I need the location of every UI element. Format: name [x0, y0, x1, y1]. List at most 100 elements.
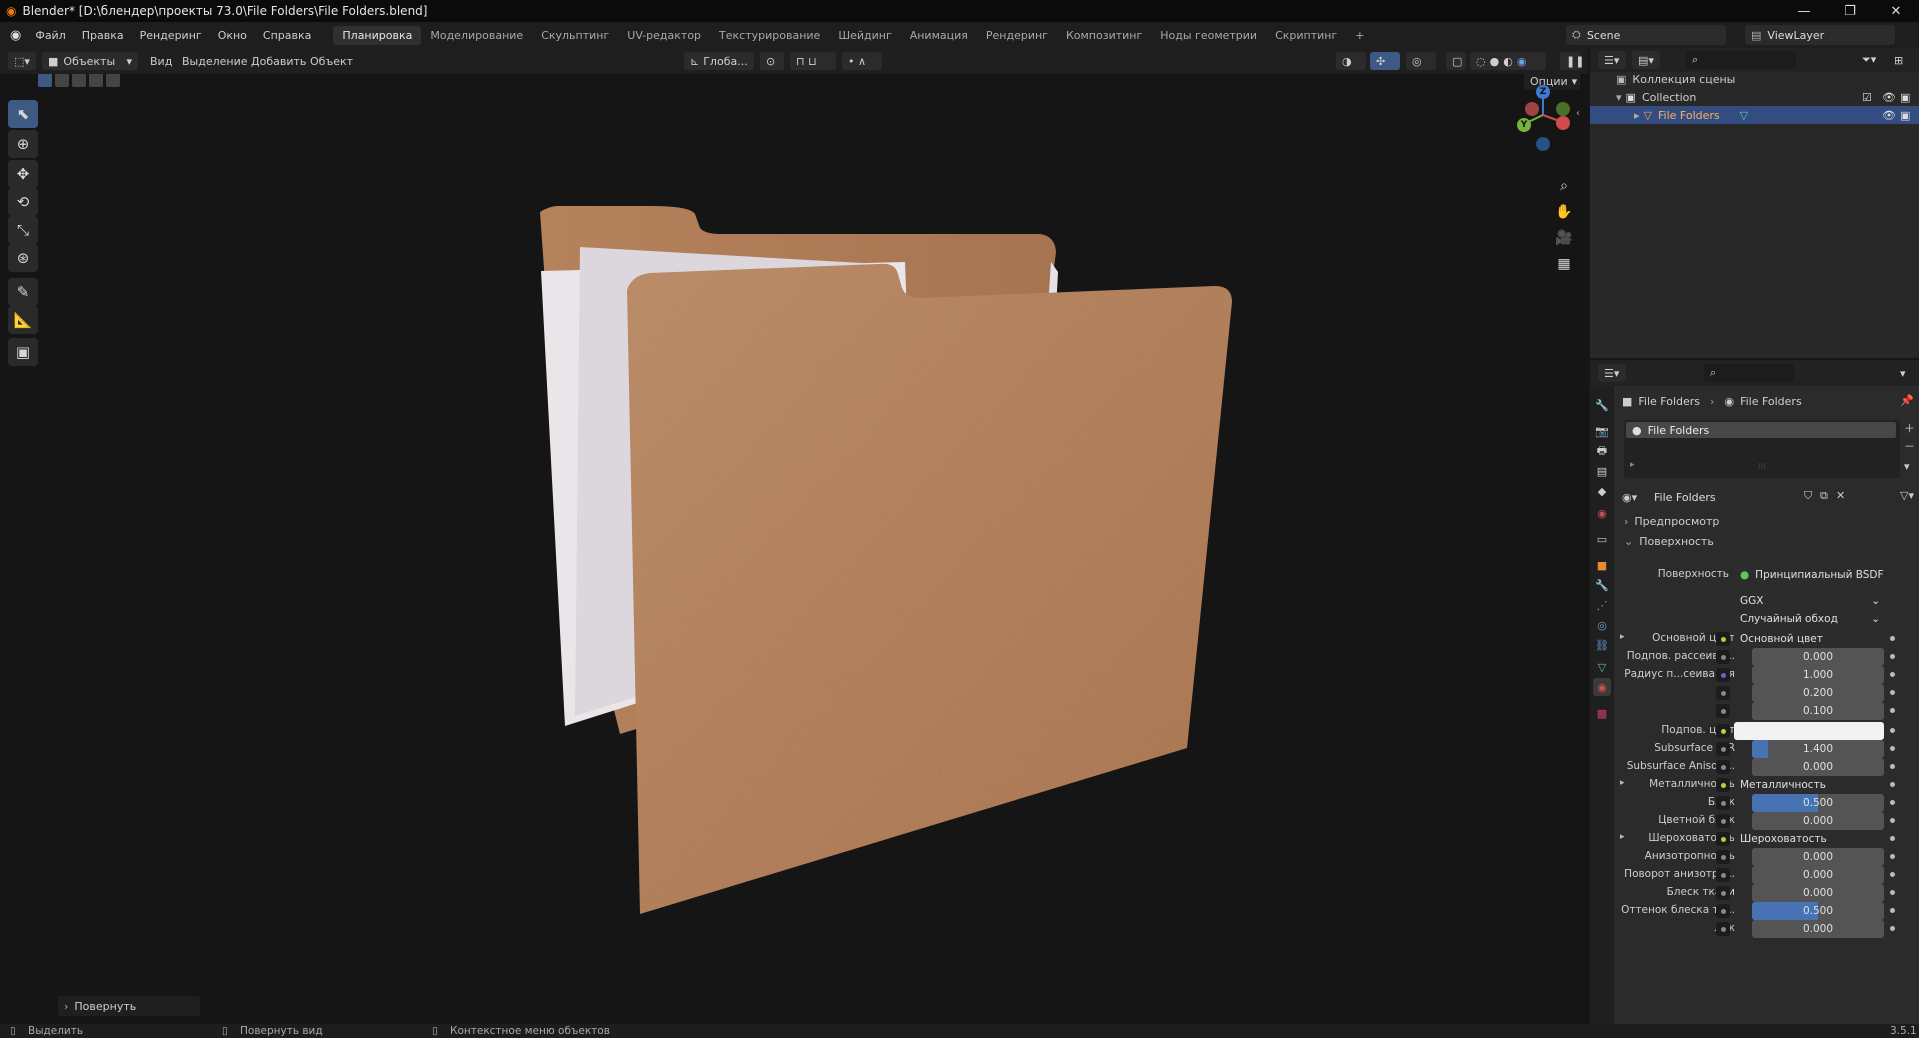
- keyframe-dot-icon[interactable]: [1890, 908, 1895, 913]
- render-camera-icon[interactable]: ▣: [1900, 109, 1910, 122]
- socket-link-icon[interactable]: [1716, 650, 1730, 664]
- menu-help[interactable]: Справка: [255, 29, 319, 42]
- editor-type-button[interactable]: ⬚▾: [8, 52, 36, 70]
- camera-icon[interactable]: 🎥: [1552, 226, 1576, 250]
- socket-link-icon[interactable]: [1716, 686, 1730, 700]
- view-layer-tab-icon[interactable]: ▤: [1593, 462, 1611, 480]
- navigation-gizmo[interactable]: Z Y: [1508, 82, 1578, 152]
- expand-arrow-icon[interactable]: ▸: [1620, 778, 1625, 788]
- surface-shader-field[interactable]: ● Принципиальный BSDF: [1734, 566, 1884, 584]
- properties-search-input[interactable]: ⌕: [1704, 364, 1794, 382]
- preview-panel-header[interactable]: › Предпросмотр: [1618, 512, 1915, 530]
- 3d-viewport[interactable]: Опции ▾ ⬉ ⊕ ✥ ⟲ ⤡ ⊛ ✎ 📐 ▣ Z Y ⌕ ✋ 🎥 ▦ ‹ …: [0, 74, 1588, 1024]
- menu-add[interactable]: Добавить: [251, 52, 306, 70]
- outliner-collection[interactable]: ▾ ▣ Collection ☑ 👁 ▣: [1590, 88, 1919, 106]
- gizmo-neg-z-axis[interactable]: [1536, 137, 1550, 151]
- menu-render[interactable]: Рендеринг: [132, 29, 210, 42]
- proportional-edit-button[interactable]: • ∧: [842, 52, 882, 70]
- outliner-editor-type[interactable]: ☰▾: [1598, 51, 1626, 69]
- material-browse-icon[interactable]: ◉▾: [1622, 491, 1637, 504]
- object-tab-icon[interactable]: ■: [1593, 556, 1611, 574]
- outliner-scene-collection[interactable]: ▣ Коллекция сцены: [1590, 70, 1919, 88]
- expand-arrow-icon[interactable]: ▾: [1616, 91, 1622, 104]
- subsurface-method-dropdown[interactable]: Случайный обход ⌄: [1734, 610, 1884, 628]
- keyframe-dot-icon[interactable]: [1890, 854, 1895, 859]
- keyframe-dot-icon[interactable]: [1890, 636, 1895, 641]
- menu-object[interactable]: Объект: [310, 52, 353, 70]
- particles-tab-icon[interactable]: ⋰: [1593, 596, 1611, 614]
- tab-scripting[interactable]: Скриптинг: [1266, 26, 1346, 45]
- socket-link-icon[interactable]: [1716, 724, 1730, 738]
- keyframe-dot-icon[interactable]: [1890, 728, 1895, 733]
- keyframe-dot-icon[interactable]: [1890, 782, 1895, 787]
- tab-modeling[interactable]: Моделирование: [421, 26, 532, 45]
- modifier-tab-icon[interactable]: 🔧: [1593, 576, 1611, 594]
- socket-link-icon[interactable]: [1716, 796, 1730, 810]
- properties-editor-type[interactable]: ☰▾: [1598, 364, 1626, 382]
- collection-tab-icon[interactable]: ▭: [1593, 530, 1611, 548]
- bsdf-number-field[interactable]: 0.000: [1752, 648, 1884, 666]
- keyframe-dot-icon[interactable]: [1890, 690, 1895, 695]
- tab-rendering[interactable]: Рендеринг: [977, 26, 1057, 45]
- socket-link-icon[interactable]: [1716, 704, 1730, 718]
- expand-arrow-icon[interactable]: ▸: [1620, 632, 1625, 642]
- new-collection-icon[interactable]: ⊞: [1894, 51, 1903, 69]
- duplicate-material-icon[interactable]: ⧉: [1820, 489, 1828, 503]
- bsdf-number-field[interactable]: 0.500: [1752, 902, 1884, 920]
- socket-link-icon[interactable]: [1716, 886, 1730, 900]
- solid-shading-icon[interactable]: ●: [1490, 55, 1500, 68]
- remove-slot-icon[interactable]: －: [1904, 438, 1915, 454]
- eye-icon[interactable]: 👁: [1882, 91, 1896, 104]
- menu-file[interactable]: Файл: [27, 29, 73, 42]
- bsdf-number-field[interactable]: 0.100: [1752, 702, 1884, 720]
- grid-perspective-icon[interactable]: ▦: [1552, 252, 1576, 276]
- bsdf-linked-input[interactable]: Шероховатость: [1734, 830, 1884, 848]
- keyframe-dot-icon[interactable]: [1890, 746, 1895, 751]
- tab-shading[interactable]: Шейдинг: [829, 26, 900, 45]
- blender-menu-icon[interactable]: ◉: [10, 28, 21, 43]
- gizmo-z-axis[interactable]: Z: [1536, 85, 1550, 99]
- socket-link-icon[interactable]: [1716, 632, 1730, 646]
- bsdf-number-field[interactable]: 0.500: [1752, 794, 1884, 812]
- tool-tab-icon[interactable]: 🔧: [1593, 396, 1611, 414]
- keyframe-dot-icon[interactable]: [1890, 872, 1895, 877]
- subsurface-color-swatch[interactable]: [1734, 722, 1884, 740]
- bsdf-linked-input[interactable]: Металличность: [1734, 776, 1884, 794]
- material-name-field[interactable]: File Folders: [1648, 488, 1798, 506]
- material-slot-row[interactable]: ● File Folders: [1626, 422, 1896, 438]
- scene-selector[interactable]: ⛭ Scene: [1566, 25, 1726, 45]
- pivot-point-button[interactable]: ⊙: [760, 52, 784, 70]
- bsdf-number-field[interactable]: 0.000: [1752, 812, 1884, 830]
- world-tab-icon[interactable]: ◉: [1593, 504, 1611, 522]
- keyframe-dot-icon[interactable]: [1890, 764, 1895, 769]
- texture-tab-icon[interactable]: ▩: [1593, 704, 1611, 722]
- tab-geometry-nodes[interactable]: Ноды геометрии: [1151, 26, 1266, 45]
- rendered-shading-icon[interactable]: ◉: [1517, 55, 1527, 68]
- keyframe-dot-icon[interactable]: [1890, 654, 1895, 659]
- tab-sculpting[interactable]: Скульптинг: [532, 26, 618, 45]
- tab-texture-paint[interactable]: Текстурирование: [710, 26, 829, 45]
- socket-link-icon[interactable]: [1716, 760, 1730, 774]
- exclude-checkbox-icon[interactable]: ☑: [1862, 91, 1872, 104]
- tab-layout[interactable]: Планировка: [333, 25, 422, 45]
- snap-button[interactable]: ⊓ ⊔: [790, 52, 836, 70]
- surface-panel-header[interactable]: ⌄ Поверхность: [1618, 532, 1915, 550]
- bsdf-linked-input[interactable]: Основной цвет: [1734, 630, 1884, 648]
- keyframe-dot-icon[interactable]: [1890, 708, 1895, 713]
- bsdf-number-field[interactable]: 1.400: [1752, 740, 1884, 758]
- gizmo-neg-x-axis[interactable]: [1525, 102, 1539, 116]
- output-tab-icon[interactable]: 🖶: [1593, 442, 1611, 460]
- outliner-object-file-folders[interactable]: ▸ ▽ File Folders ▽ 👁 ▣: [1590, 106, 1919, 124]
- bsdf-number-field[interactable]: 0.000: [1752, 866, 1884, 884]
- bsdf-number-field[interactable]: 0.200: [1752, 684, 1884, 702]
- sidebar-toggle-icon[interactable]: ‹: [1576, 108, 1580, 119]
- bsdf-number-field[interactable]: 0.000: [1752, 758, 1884, 776]
- bsdf-number-field[interactable]: 1.000: [1752, 666, 1884, 684]
- link-dropdown-icon[interactable]: ▽▾: [1900, 489, 1914, 502]
- keyframe-dot-icon[interactable]: [1890, 818, 1895, 823]
- socket-link-icon[interactable]: [1716, 904, 1730, 918]
- add-slot-icon[interactable]: ＋: [1904, 420, 1915, 436]
- keyframe-dot-icon[interactable]: [1890, 836, 1895, 841]
- maximize-button[interactable]: ❐: [1827, 0, 1873, 22]
- chevron-down-icon[interactable]: ▾: [1900, 364, 1906, 382]
